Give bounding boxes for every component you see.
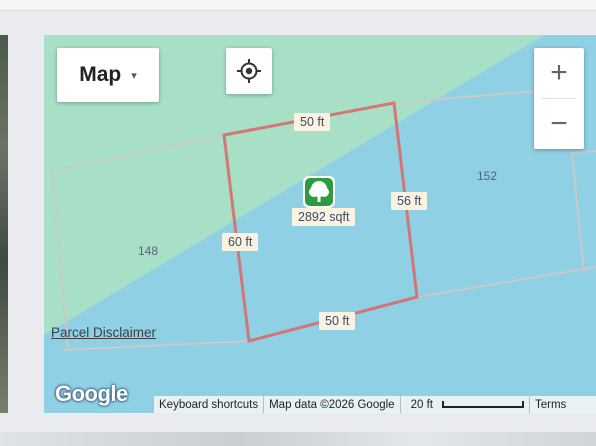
scale-bar xyxy=(441,400,524,408)
keyboard-shortcuts-link[interactable]: Keyboard shortcuts xyxy=(154,399,263,411)
zoom-in-button[interactable]: + xyxy=(534,48,584,98)
chevron-down-icon: ▾ xyxy=(131,69,137,82)
zoom-out-button[interactable]: − xyxy=(534,99,584,149)
dimension-top: 50 ft xyxy=(294,113,331,131)
parcel-disclaimer-link[interactable]: Parcel Disclaimer xyxy=(51,325,156,340)
map-type-label: Map xyxy=(79,63,122,86)
dimension-bottom: 50 ft xyxy=(319,312,356,330)
my-location-button[interactable] xyxy=(226,48,272,94)
tree-marker-icon[interactable] xyxy=(302,175,336,209)
map-canvas[interactable]: 50 ft 56 ft 60 ft 50 ft 2892 sqft 148 15… xyxy=(44,35,596,413)
top-strip xyxy=(0,0,596,11)
map-type-dropdown[interactable]: Map ▾ xyxy=(57,48,159,102)
dimension-left: 60 ft xyxy=(222,233,259,251)
google-logo[interactable]: Google xyxy=(55,381,128,407)
crosshair-icon xyxy=(237,59,261,83)
satellite-thumbnail[interactable] xyxy=(0,35,8,413)
area-label: 2892 sqft xyxy=(292,208,356,226)
dimension-right: 56 ft xyxy=(391,192,428,210)
attribution-bar: Keyboard shortcuts Map data ©2026 Google… xyxy=(154,396,596,413)
map-data-text: Map data ©2026 Google xyxy=(269,398,395,411)
scale-label: 20 ft xyxy=(410,398,433,411)
scale-control[interactable]: 20 ft xyxy=(401,399,529,411)
parcel-number: 148 xyxy=(138,244,159,258)
parcel-number: 152 xyxy=(477,169,498,183)
zoom-control: + − xyxy=(534,48,584,149)
bottom-strip xyxy=(0,432,596,446)
terms-link[interactable]: Terms xyxy=(530,399,571,411)
